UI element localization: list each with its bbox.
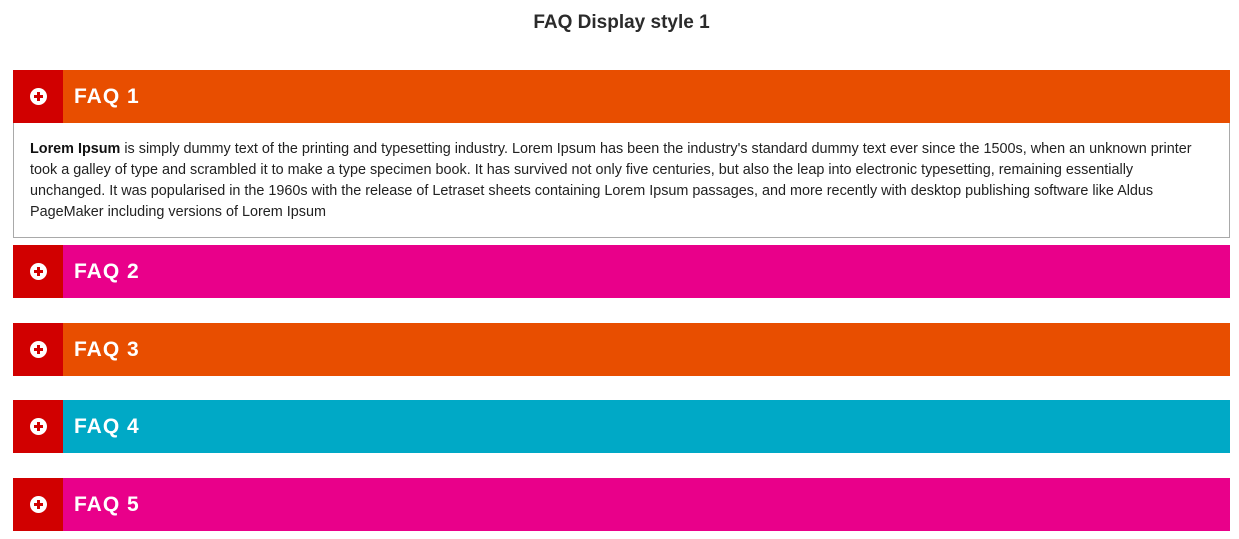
faq-title-bar-5[interactable]: FAQ 5 bbox=[63, 478, 1230, 531]
faq-header-2[interactable]: FAQ 2 bbox=[13, 245, 1230, 298]
faq-answer-1: Lorem Ipsum is simply dummy text of the … bbox=[13, 123, 1230, 238]
faq-title-2: FAQ 2 bbox=[74, 259, 140, 283]
page-title: FAQ Display style 1 bbox=[533, 12, 710, 33]
faq-item-3: FAQ 3 bbox=[13, 323, 1230, 376]
plus-circle-icon bbox=[29, 341, 47, 358]
plus-circle-icon bbox=[29, 263, 47, 280]
faq-title-4: FAQ 4 bbox=[74, 414, 140, 438]
faq-item-4: FAQ 4 bbox=[13, 400, 1230, 453]
faq-title-1: FAQ 1 bbox=[74, 84, 140, 108]
faq-answer-lead: Lorem Ipsum bbox=[30, 141, 121, 157]
faq-toggle-button-4[interactable] bbox=[13, 400, 63, 453]
faq-item-2: FAQ 2 bbox=[13, 245, 1230, 298]
plus-circle-icon bbox=[29, 418, 47, 435]
faq-title-bar-3[interactable]: FAQ 3 bbox=[63, 323, 1230, 376]
faq-title-5: FAQ 5 bbox=[74, 492, 140, 516]
faq-header-4[interactable]: FAQ 4 bbox=[13, 400, 1230, 453]
faq-item-1: FAQ 1 Lorem Ipsum is simply dummy text o… bbox=[13, 70, 1230, 238]
faq-toggle-button-2[interactable] bbox=[13, 245, 63, 298]
faq-item-5: FAQ 5 bbox=[13, 478, 1230, 531]
faq-toggle-button-3[interactable] bbox=[13, 323, 63, 376]
faq-toggle-button-5[interactable] bbox=[13, 478, 63, 531]
faq-header-5[interactable]: FAQ 5 bbox=[13, 478, 1230, 531]
faq-title-3: FAQ 3 bbox=[74, 337, 140, 361]
faq-header-3[interactable]: FAQ 3 bbox=[13, 323, 1230, 376]
faq-answer-text: is simply dummy text of the printing and… bbox=[30, 141, 1192, 220]
faq-toggle-button-1[interactable] bbox=[13, 70, 63, 123]
faq-title-bar-2[interactable]: FAQ 2 bbox=[63, 245, 1230, 298]
faq-header-1[interactable]: FAQ 1 bbox=[13, 70, 1230, 123]
faq-title-bar-1[interactable]: FAQ 1 bbox=[63, 70, 1230, 123]
faq-title-bar-4[interactable]: FAQ 4 bbox=[63, 400, 1230, 453]
plus-circle-icon bbox=[29, 496, 47, 513]
plus-circle-icon bbox=[29, 88, 47, 105]
